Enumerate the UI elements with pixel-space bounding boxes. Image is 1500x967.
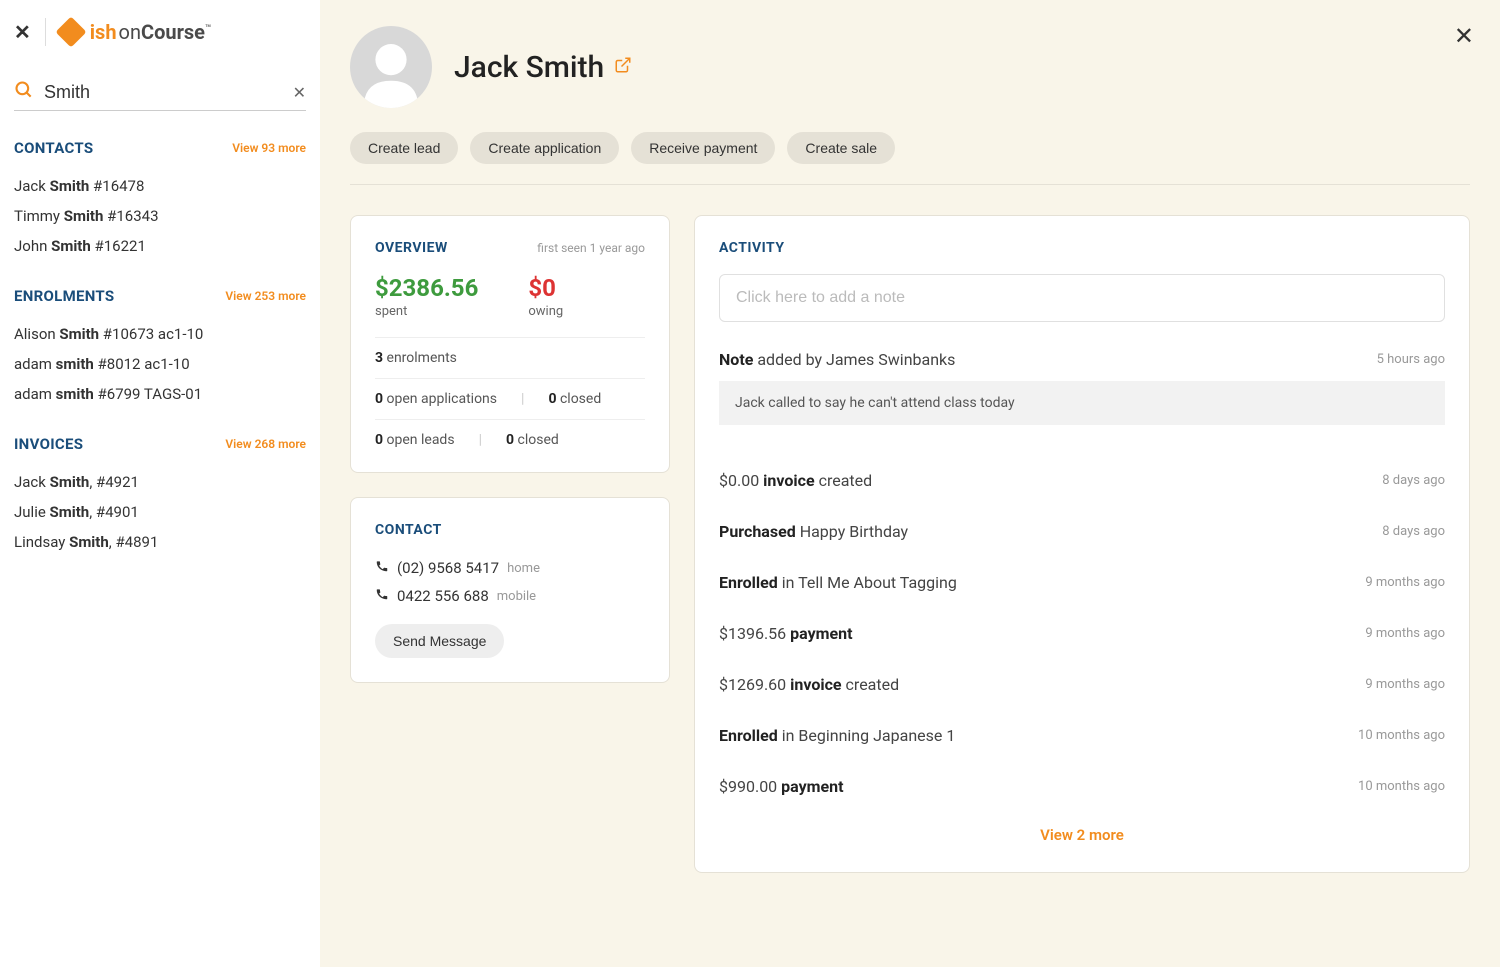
- cards-row: OVERVIEW first seen 1 year ago $2386.56 …: [350, 215, 1470, 873]
- logo-text: ishonCourse™: [86, 20, 211, 44]
- activity-time: 10 months ago: [1358, 779, 1445, 794]
- invoices-header: INVOICES View 268 more: [14, 435, 306, 453]
- search-input[interactable]: [44, 82, 293, 103]
- activity-item: $1269.60 invoice created 9 months ago: [719, 659, 1445, 710]
- list-item[interactable]: Jack Smith #16478: [14, 171, 306, 201]
- applications-stat: 0 open applications | 0 closed: [375, 378, 645, 419]
- divider: [45, 18, 46, 46]
- create-sale-button[interactable]: Create sale: [787, 132, 895, 164]
- card-title: OVERVIEW: [375, 240, 448, 256]
- list-item[interactable]: adam smith #6799 TAGS-01: [14, 379, 306, 409]
- profile-header: Jack Smith: [350, 26, 1470, 108]
- spent-amount: $2386.56: [375, 274, 478, 302]
- phone-icon: [375, 559, 389, 577]
- close-panel-icon[interactable]: ✕: [1454, 22, 1474, 50]
- activity-time: 10 months ago: [1358, 728, 1445, 743]
- section-title: ENROLMENTS: [14, 287, 114, 305]
- phone-home[interactable]: (02) 9568 5417 home: [375, 554, 645, 582]
- phone-label: mobile: [497, 589, 536, 604]
- activity-item: $0.00 invoice created 8 days ago: [719, 455, 1445, 506]
- owing-label: owing: [528, 304, 563, 319]
- activity-item: Enrolled in Tell Me About Tagging 9 mont…: [719, 557, 1445, 608]
- leads-stat: 0 open leads | 0 closed: [375, 419, 645, 448]
- create-application-button[interactable]: Create application: [470, 132, 619, 164]
- contacts-list: Jack Smith #16478 Timmy Smith #16343 Joh…: [14, 171, 306, 261]
- activity-item: Note added by James Swinbanks 5 hours ag…: [719, 346, 1445, 455]
- activity-time: 8 days ago: [1382, 524, 1445, 539]
- receive-payment-button[interactable]: Receive payment: [631, 132, 775, 164]
- logo[interactable]: ishonCourse™: [60, 20, 211, 44]
- list-item[interactable]: Alison Smith #10673 ac1-10: [14, 319, 306, 349]
- divider: [350, 184, 1470, 185]
- main-panel: ✕ Jack Smith Create lead Create applicat…: [320, 0, 1500, 967]
- contact-card: CONTACT (02) 9568 5417 home 0422 556 688…: [350, 497, 670, 683]
- activity-item: Purchased Happy Birthday 8 days ago: [719, 506, 1445, 557]
- card-title: CONTACT: [375, 522, 645, 538]
- phone-icon: [375, 587, 389, 605]
- list-item[interactable]: Jack Smith, #4921: [14, 467, 306, 497]
- note-body: Jack called to say he can't attend class…: [719, 381, 1445, 425]
- close-icon[interactable]: ✕: [14, 20, 31, 44]
- activity-time: 5 hours ago: [1377, 352, 1445, 367]
- section-title: INVOICES: [14, 435, 83, 453]
- send-message-button[interactable]: Send Message: [375, 624, 504, 658]
- activity-time: 9 months ago: [1365, 575, 1445, 590]
- clear-search-icon[interactable]: ✕: [293, 83, 306, 102]
- activity-card: ACTIVITY Note added by James Swinbanks 5…: [694, 215, 1470, 873]
- activity-time: 9 months ago: [1365, 626, 1445, 641]
- owing-block: $0 owing: [528, 274, 563, 319]
- enrolments-list: Alison Smith #10673 ac1-10 adam smith #8…: [14, 319, 306, 409]
- section-title: CONTACTS: [14, 139, 93, 157]
- profile-name: Jack Smith: [454, 50, 632, 85]
- search-field[interactable]: ✕: [14, 74, 306, 111]
- sidebar: ✕ ishonCourse™ ✕ CONTACTS View 93 more J…: [0, 0, 320, 967]
- contacts-header: CONTACTS View 93 more: [14, 139, 306, 157]
- sidebar-header: ✕ ishonCourse™: [14, 18, 306, 46]
- phone-label: home: [507, 561, 540, 576]
- enrolments-stat: 3 enrolments: [375, 337, 645, 378]
- create-lead-button[interactable]: Create lead: [350, 132, 458, 164]
- search-icon: [14, 80, 34, 104]
- list-item[interactable]: Timmy Smith #16343: [14, 201, 306, 231]
- enrolments-header: ENROLMENTS View 253 more: [14, 287, 306, 305]
- list-item[interactable]: Lindsay Smith, #4891: [14, 527, 306, 557]
- avatar: [350, 26, 432, 108]
- card-title: ACTIVITY: [719, 240, 1445, 256]
- spent-block: $2386.56 spent: [375, 274, 478, 319]
- overview-card: OVERVIEW first seen 1 year ago $2386.56 …: [350, 215, 670, 473]
- phone-mobile[interactable]: 0422 556 688 mobile: [375, 582, 645, 610]
- owing-amount: $0: [528, 274, 563, 302]
- phone-number: 0422 556 688: [397, 587, 489, 605]
- spent-label: spent: [375, 304, 478, 319]
- left-column: OVERVIEW first seen 1 year ago $2386.56 …: [350, 215, 670, 683]
- add-note-input[interactable]: [719, 274, 1445, 322]
- profile-name-text: Jack Smith: [454, 50, 604, 85]
- activity-item: $990.00 payment 10 months ago: [719, 761, 1445, 812]
- view-more-activity[interactable]: View 2 more: [719, 812, 1445, 848]
- view-more-contacts[interactable]: View 93 more: [232, 141, 306, 155]
- invoices-list: Jack Smith, #4921 Julie Smith, #4901 Lin…: [14, 467, 306, 557]
- first-seen-text: first seen 1 year ago: [537, 241, 645, 255]
- list-item[interactable]: John Smith #16221: [14, 231, 306, 261]
- phone-number: (02) 9568 5417: [397, 559, 499, 577]
- view-more-invoices[interactable]: View 268 more: [225, 437, 306, 451]
- view-more-enrolments[interactable]: View 253 more: [225, 289, 306, 303]
- activity-time: 9 months ago: [1365, 677, 1445, 692]
- external-link-icon[interactable]: [614, 56, 632, 78]
- activity-item: Enrolled in Beginning Japanese 1 10 mont…: [719, 710, 1445, 761]
- list-item[interactable]: adam smith #8012 ac1-10: [14, 349, 306, 379]
- activity-item: $1396.56 payment 9 months ago: [719, 608, 1445, 659]
- logo-icon: [55, 16, 86, 47]
- action-chips: Create lead Create application Receive p…: [350, 132, 1470, 164]
- activity-time: 8 days ago: [1382, 473, 1445, 488]
- list-item[interactable]: Julie Smith, #4901: [14, 497, 306, 527]
